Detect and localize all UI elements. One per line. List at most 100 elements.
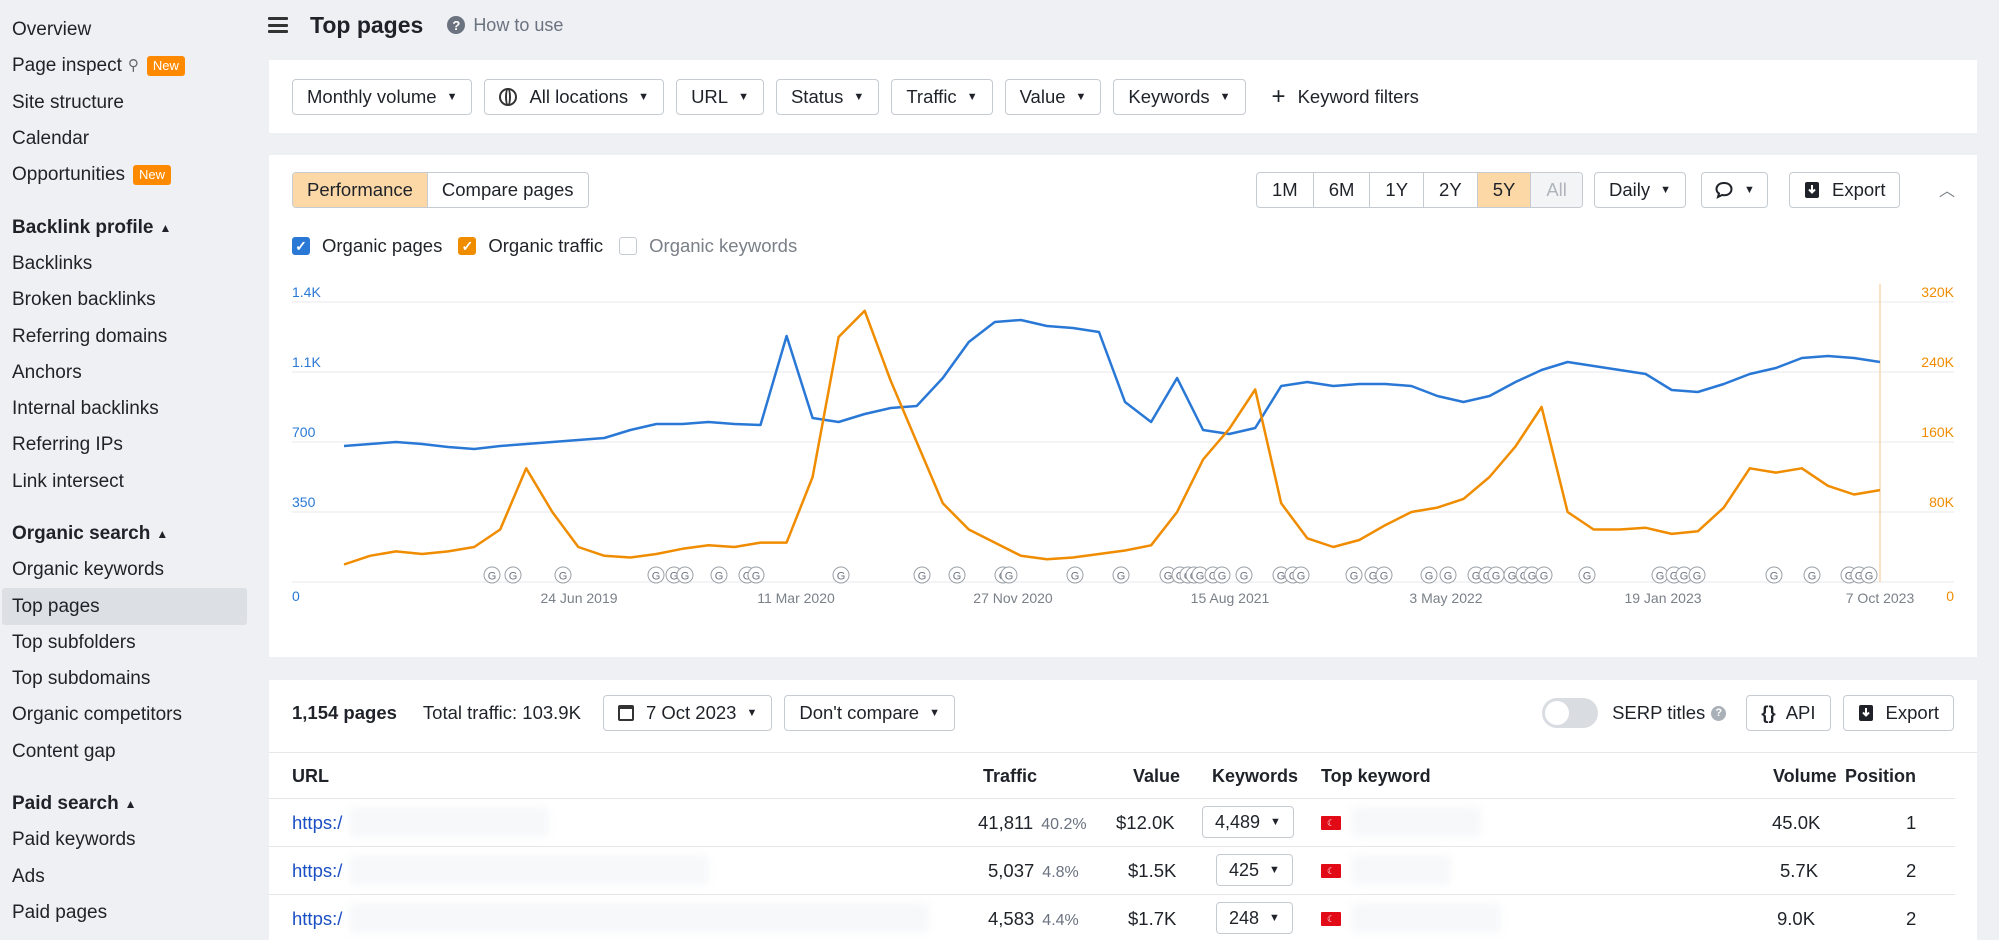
organic-pages-checkbox[interactable]: ✓ Organic pages bbox=[292, 235, 442, 257]
sidebar-item-organic-competitors[interactable]: Organic competitors bbox=[0, 697, 250, 733]
x-tick-label: 27 Nov 2020 bbox=[973, 590, 1053, 606]
tab-compare-pages[interactable]: Compare pages bbox=[428, 173, 588, 207]
url-link[interactable]: https:/ bbox=[292, 812, 342, 834]
sidebar-item-label: Referring IPs bbox=[12, 434, 123, 456]
keywords-dropdown[interactable]: 4,489 ▼ bbox=[1202, 806, 1294, 838]
help-icon[interactable]: ? bbox=[1711, 705, 1727, 721]
range-1m[interactable]: 1M bbox=[1257, 173, 1314, 207]
sidebar-item-label: Referring domains bbox=[12, 325, 168, 347]
filter-bar: Monthly volume ▼ All locations ▼ URL ▼ Stat… bbox=[269, 60, 1977, 133]
collapse-chevron-icon[interactable]: ︿ bbox=[1939, 177, 1955, 201]
sidebar-item-overview[interactable]: Overview bbox=[0, 12, 250, 48]
sidebar-item-top-subfolders[interactable]: Top subfolders bbox=[0, 625, 250, 661]
sidebar-item-opportunities[interactable]: Opportunities New bbox=[0, 157, 250, 193]
sidebar-item-anchors[interactable]: Anchors bbox=[0, 355, 250, 391]
traffic-value: 41,811 bbox=[978, 812, 1034, 833]
y-right-tick-label: 160K bbox=[1921, 424, 1954, 440]
keywords-filter-dropdown[interactable]: Keywords ▼ bbox=[1113, 78, 1246, 115]
menu-icon[interactable] bbox=[268, 17, 288, 33]
sidebar-item-paid-keywords[interactable]: Paid keywords bbox=[0, 822, 250, 858]
annotations-dropdown[interactable]: ▼ bbox=[1701, 172, 1768, 208]
range-selector: 1M 6M 1Y 2Y 5Y All bbox=[1256, 172, 1583, 208]
sidebar-item-top-subdomains[interactable]: Top subdomains bbox=[0, 661, 250, 697]
keywords-dropdown[interactable]: 248 ▼ bbox=[1216, 902, 1293, 934]
performance-chart[interactable]: 0 0 350 80K 700 160K 1.1K 240K 1.4K 320K 24 Jun 20… bbox=[269, 280, 1977, 640]
serp-titles-toggle[interactable] bbox=[1542, 698, 1599, 728]
redacted-url bbox=[349, 903, 929, 933]
value-cell: $1.5K bbox=[1128, 860, 1177, 881]
locations-dropdown[interactable]: All locations ▼ bbox=[484, 78, 665, 115]
traffic-cell: 5,037 4.8% bbox=[988, 860, 1079, 882]
range-5y[interactable]: 5Y bbox=[1477, 173, 1532, 207]
caret-down-icon: ▼ bbox=[1270, 816, 1281, 828]
column-header-url[interactable]: URL bbox=[292, 766, 329, 787]
how-to-use-link[interactable]: ? How to use bbox=[447, 15, 563, 36]
traffic-filter-dropdown[interactable]: Traffic ▼ bbox=[891, 78, 993, 115]
keywords-dropdown[interactable]: 425 ▼ bbox=[1216, 854, 1293, 886]
organic-traffic-checkbox[interactable]: ✓ Organic traffic bbox=[458, 235, 603, 257]
sidebar-item-internal-backlinks[interactable]: Internal backlinks bbox=[0, 391, 250, 427]
caret-down-icon: ▼ bbox=[1744, 184, 1755, 196]
column-header-keywords[interactable]: Keywords bbox=[1212, 766, 1298, 787]
value-cell: $12.0K bbox=[1116, 812, 1175, 833]
table-export-button[interactable]: Export bbox=[1842, 695, 1954, 731]
sidebar-item-paid-pages[interactable]: Paid pages bbox=[0, 895, 250, 931]
keyword-filters-button[interactable]: + Keyword filters bbox=[1272, 83, 1419, 111]
sidebar-item-referring-ips[interactable]: Referring IPs bbox=[0, 427, 250, 463]
series-line-organic-pages bbox=[343, 318, 1881, 451]
range-1y[interactable]: 1Y bbox=[1370, 173, 1425, 207]
sidebar-heading-backlink-profile[interactable]: Backlink profile ▲ bbox=[0, 209, 250, 245]
traffic-percent: 40.2% bbox=[1041, 816, 1087, 833]
chart-export-button[interactable]: Export bbox=[1789, 172, 1901, 208]
column-header-traffic[interactable]: Traffic bbox=[983, 766, 1037, 787]
sidebar-item-link-intersect[interactable]: Link intersect bbox=[0, 464, 250, 500]
range-2y[interactable]: 2Y bbox=[1424, 173, 1478, 207]
sidebar-item-ads[interactable]: Ads bbox=[0, 859, 250, 895]
value-filter-dropdown[interactable]: Value ▼ bbox=[1004, 78, 1102, 115]
tab-performance[interactable]: Performance bbox=[293, 173, 428, 207]
y-left-tick-label: 350 bbox=[292, 494, 316, 510]
sidebar-item-organic-keywords[interactable]: Organic keywords bbox=[0, 552, 250, 588]
compare-dropdown[interactable]: Don't compare ▼ bbox=[784, 695, 955, 731]
sidebar-heading-paid-search[interactable]: Paid search ▲ bbox=[0, 786, 250, 822]
dropdown-label: Value bbox=[1019, 85, 1066, 107]
column-header-value[interactable]: Value bbox=[1133, 766, 1180, 787]
caret-down-icon: ▼ bbox=[738, 90, 749, 103]
monthly-volume-dropdown[interactable]: Monthly volume ▼ bbox=[292, 78, 473, 115]
organic-keywords-checkbox[interactable]: Organic keywords bbox=[619, 235, 797, 257]
traffic-percent: 4.4% bbox=[1042, 912, 1079, 929]
x-tick-label: 11 Mar 2020 bbox=[757, 590, 835, 606]
sidebar-heading-organic-search[interactable]: Organic search ▲ bbox=[0, 516, 250, 552]
checkbox-label: Organic pages bbox=[322, 235, 443, 256]
google-update-marker-label: G bbox=[1680, 571, 1689, 583]
column-header-volume[interactable]: Volume bbox=[1773, 766, 1837, 787]
sidebar-item-site-structure[interactable]: Site structure bbox=[0, 85, 250, 121]
new-badge: New bbox=[133, 165, 172, 186]
url-link[interactable]: https:/ bbox=[292, 860, 342, 882]
interval-dropdown[interactable]: Daily ▼ bbox=[1594, 172, 1687, 208]
dropdown-label: Keywords bbox=[1128, 85, 1210, 107]
sidebar-item-page-inspect[interactable]: Page inspect ⚲ New bbox=[0, 48, 250, 84]
sidebar-item-backlinks[interactable]: Backlinks bbox=[0, 246, 250, 282]
sidebar-item-label: Site structure bbox=[12, 91, 124, 113]
range-6m[interactable]: 6M bbox=[1314, 173, 1371, 207]
status-filter-dropdown[interactable]: Status ▼ bbox=[775, 78, 880, 115]
google-update-marker-label: G bbox=[1196, 571, 1205, 583]
url-link[interactable]: https:/ bbox=[292, 908, 342, 930]
sidebar-item-broken-backlinks[interactable]: Broken backlinks bbox=[0, 282, 250, 318]
column-header-position[interactable]: Position bbox=[1845, 766, 1916, 787]
sidebar-item-referring-domains[interactable]: Referring domains bbox=[0, 318, 250, 354]
traffic-percent: 4.8% bbox=[1042, 864, 1079, 881]
url-filter-dropdown[interactable]: URL ▼ bbox=[676, 78, 764, 115]
sidebar-item-content-gap[interactable]: Content gap bbox=[0, 734, 250, 770]
column-header-top-keyword[interactable]: Top keyword bbox=[1321, 766, 1431, 787]
sidebar-item-top-pages[interactable]: Top pages bbox=[2, 588, 247, 625]
keywords-count: 425 bbox=[1229, 859, 1260, 880]
date-picker[interactable]: 7 Oct 2023 ▼ bbox=[602, 695, 773, 731]
caret-down-icon: ▼ bbox=[446, 90, 458, 103]
sidebar-item-calendar[interactable]: Calendar bbox=[0, 121, 250, 157]
google-update-marker-label: G bbox=[918, 571, 927, 583]
google-update-marker-label: G bbox=[652, 571, 661, 583]
redacted-keyword bbox=[1351, 807, 1481, 837]
api-button[interactable]: {} API bbox=[1746, 695, 1831, 731]
